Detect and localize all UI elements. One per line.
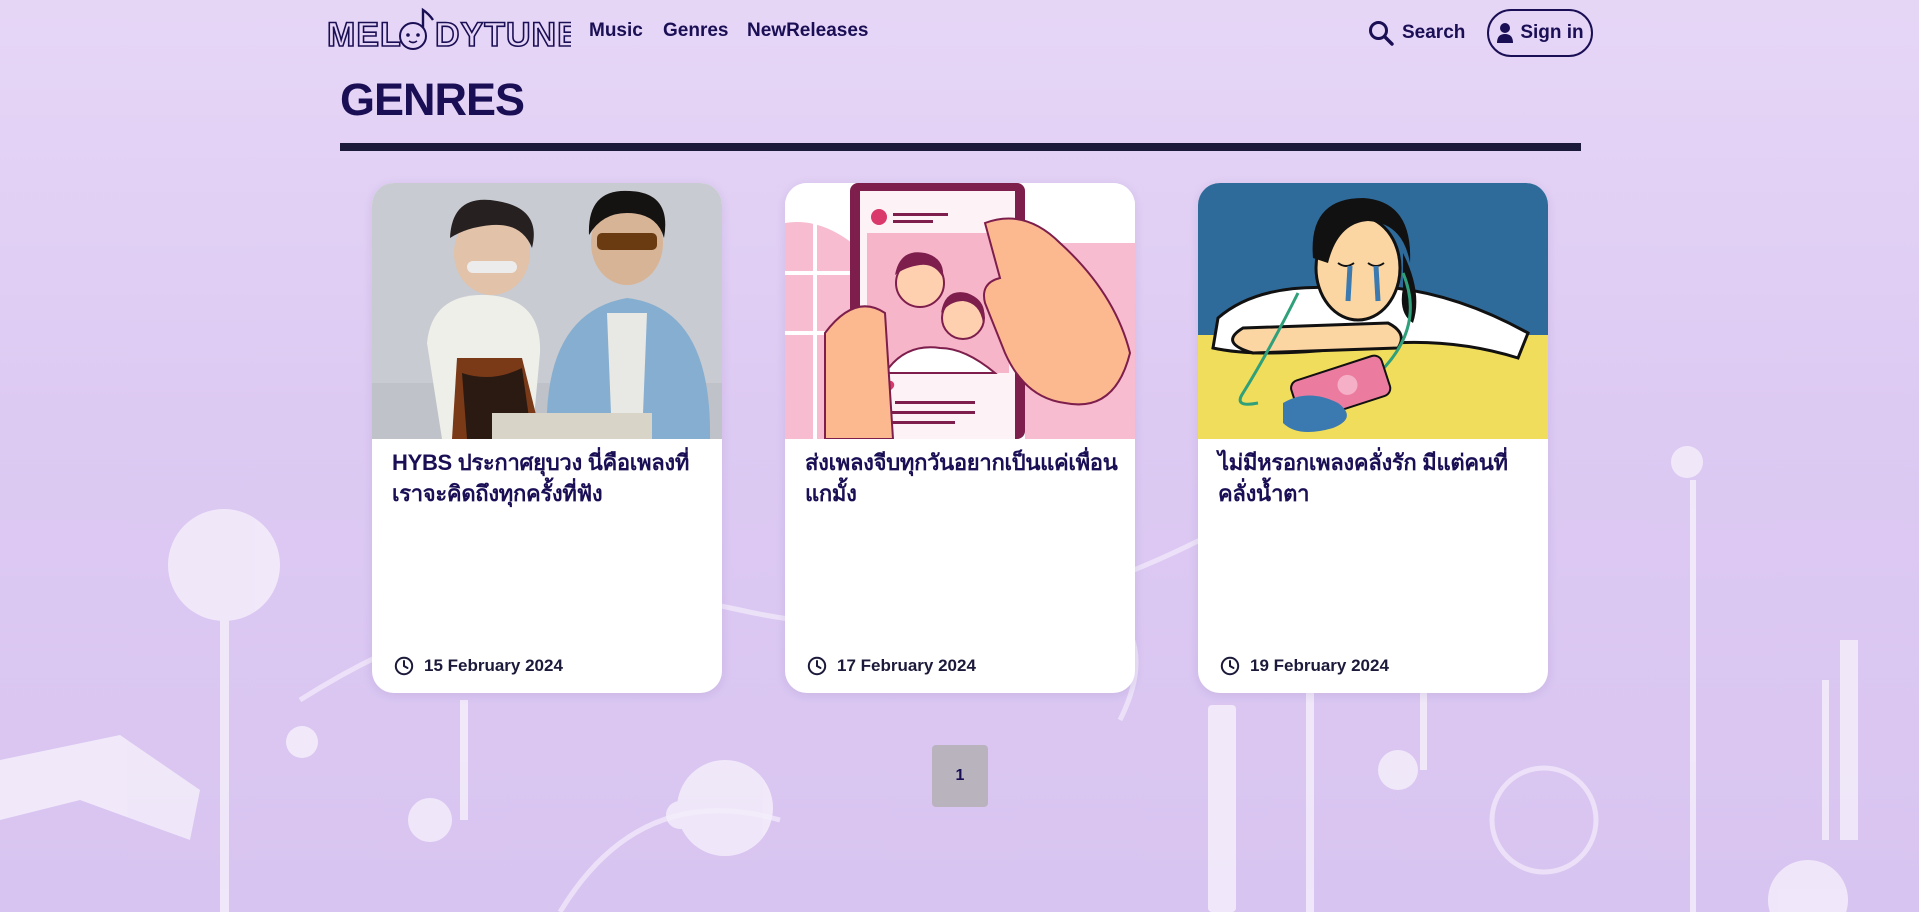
card-date: 15 February 2024 xyxy=(394,656,563,676)
search-icon xyxy=(1369,21,1394,46)
top-navigation: MEL DYTUNE Music Genres NewReleases Sear… xyxy=(0,0,1919,66)
clock-icon xyxy=(1220,656,1240,676)
card-image-phone-couple-illustration[interactable] xyxy=(785,183,1135,439)
user-icon xyxy=(1497,23,1514,43)
pagination-page-1[interactable]: 1 xyxy=(932,745,988,807)
melodytune-logo[interactable]: MEL DYTUNE xyxy=(326,6,581,55)
card-date: 17 February 2024 xyxy=(807,656,976,676)
card-date: 19 February 2024 xyxy=(1220,656,1389,676)
card-date-text: 17 February 2024 xyxy=(837,656,976,675)
clock-icon xyxy=(807,656,827,676)
article-card-tears-song[interactable]: ไม่มีหรอกเพลงคลั่งรัก มีแต่คนที่คลั่งน้ำ… xyxy=(1198,183,1548,693)
title-divider xyxy=(340,143,1581,151)
nav-link-new-releases[interactable]: NewReleases xyxy=(747,20,868,42)
card-title[interactable]: HYBS ประกาศยุบวง นี่คือเพลงที่เราจะคิดถึ… xyxy=(392,447,707,509)
search-button[interactable]: Search xyxy=(1368,15,1465,51)
clock-icon xyxy=(394,656,414,676)
svg-text:MEL: MEL xyxy=(327,16,402,52)
card-title[interactable]: ส่งเพลงจีบทุกวันอยากเป็นแค่เพื่อนแกมั้ง xyxy=(805,447,1120,509)
card-image-hybs-duo-photo[interactable] xyxy=(372,183,722,439)
card-title[interactable]: ไม่มีหรอกเพลงคลั่งรัก มีแต่คนที่คลั่งน้ำ… xyxy=(1218,447,1533,509)
card-image-crying-girl-illustration[interactable] xyxy=(1198,183,1548,439)
search-label: Search xyxy=(1402,22,1466,43)
nav-link-music[interactable]: Music xyxy=(589,20,643,42)
nav-link-genres[interactable]: Genres xyxy=(663,20,728,42)
card-date-text: 19 February 2024 xyxy=(1250,656,1389,675)
sign-in-button[interactable]: Sign in xyxy=(1487,9,1593,57)
sign-in-label: Sign in xyxy=(1520,22,1584,43)
article-card-hybs[interactable]: HYBS ประกาศยุบวง นี่คือเพลงที่เราจะคิดถึ… xyxy=(372,183,722,693)
page-title: GENRES xyxy=(340,74,525,125)
svg-text:DYTUNE: DYTUNE xyxy=(435,16,571,52)
article-card-courting-song[interactable]: ส่งเพลงจีบทุกวันอยากเป็นแค่เพื่อนแกมั้ง … xyxy=(785,183,1135,693)
card-date-text: 15 February 2024 xyxy=(424,656,563,675)
